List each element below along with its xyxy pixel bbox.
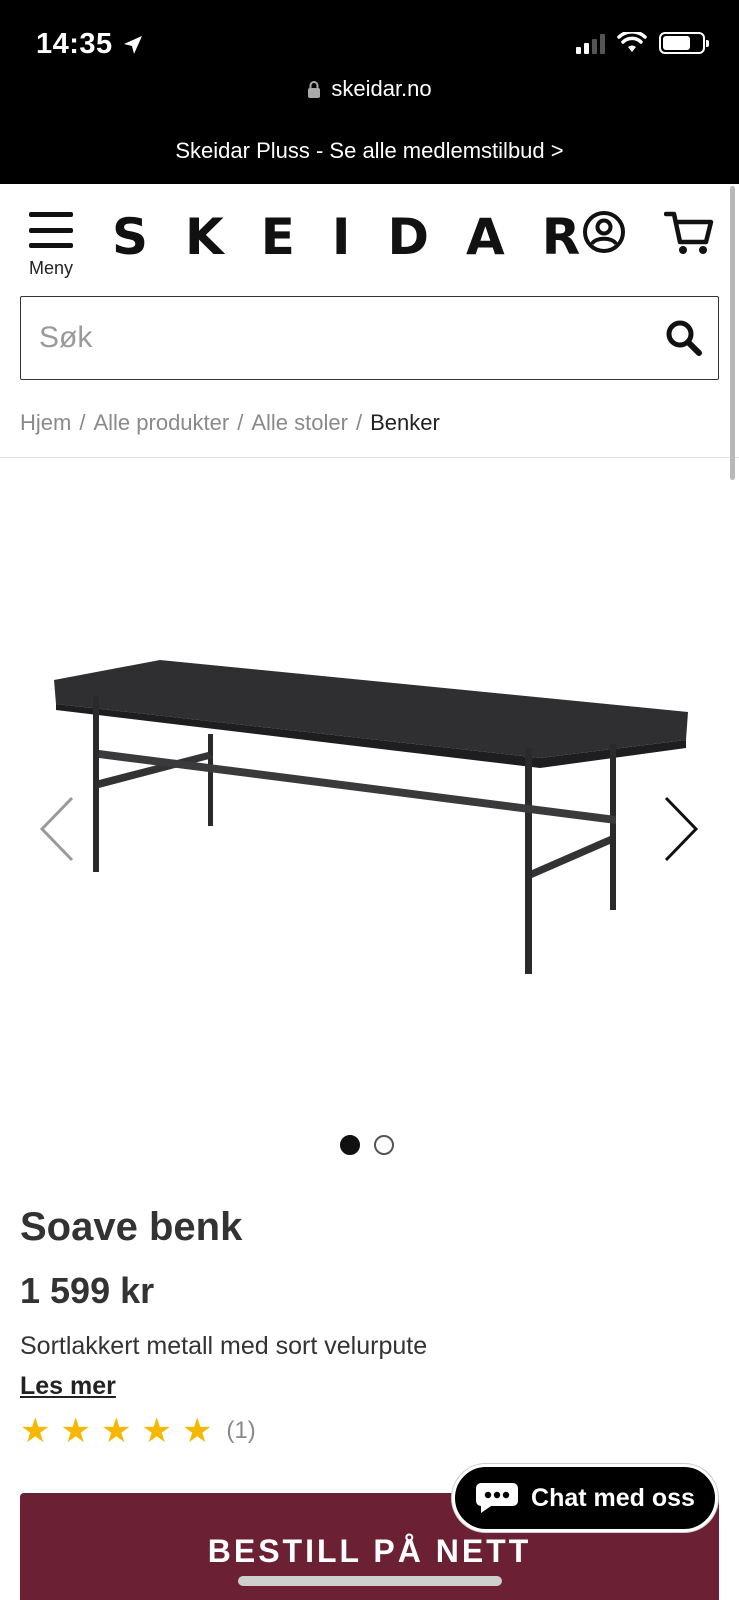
search-bar xyxy=(20,296,719,380)
product-image-bench[interactable] xyxy=(40,640,710,1010)
breadcrumb-item-all-products[interactable]: Alle produkter xyxy=(93,410,229,436)
image-pagination xyxy=(340,1135,394,1155)
battery-icon xyxy=(659,32,709,54)
account-button[interactable] xyxy=(582,210,626,254)
header-divider xyxy=(0,457,739,458)
breadcrumb-item-all-chairs[interactable]: Alle stoler xyxy=(251,410,348,436)
status-time: 14:35 xyxy=(36,28,145,61)
lock-icon xyxy=(308,81,321,98)
breadcrumb-current: Benker xyxy=(370,410,440,435)
previous-image-arrow-icon[interactable] xyxy=(38,794,78,864)
scrollbar[interactable] xyxy=(730,186,735,480)
menu-button[interactable]: Meny xyxy=(24,212,78,279)
cell-signal-icon xyxy=(576,32,605,54)
cart-icon xyxy=(663,211,714,254)
star-icon: ★ xyxy=(141,1412,172,1450)
image-dot-2[interactable] xyxy=(374,1135,394,1155)
breadcrumb: Hjem / Alle produkter / Alle stoler / Be… xyxy=(20,410,440,436)
breadcrumb-separator: / xyxy=(355,410,363,435)
home-indicator[interactable] xyxy=(238,1576,502,1586)
wifi-icon xyxy=(617,32,647,52)
breadcrumb-separator: / xyxy=(237,410,244,435)
product-rating[interactable]: ★ ★ ★ ★ ★ (1) xyxy=(20,1414,256,1448)
user-icon xyxy=(583,211,625,253)
chat-bubble-icon xyxy=(476,1483,519,1513)
star-icon: ★ xyxy=(181,1412,213,1450)
rating-count: (1) xyxy=(226,1417,256,1444)
cart-button[interactable] xyxy=(663,210,714,256)
product-title: Soave benk xyxy=(20,1205,243,1249)
product-price: 1 599 kr xyxy=(20,1270,155,1311)
read-more-link[interactable]: Les mer xyxy=(20,1372,116,1401)
next-image-arrow-icon[interactable] xyxy=(660,794,700,864)
browser-chrome: 14:35 skeidar.no Skeidar Pluss - Se alle… xyxy=(0,0,739,184)
site-logo[interactable]: SKEIDAR xyxy=(112,212,617,262)
star-icon: ★ xyxy=(20,1412,51,1450)
star-icon: ★ xyxy=(100,1412,132,1450)
menu-label: Meny xyxy=(28,258,73,278)
breadcrumb-separator: / xyxy=(79,410,86,435)
location-arrow-icon xyxy=(123,35,142,54)
image-dot-1[interactable] xyxy=(340,1135,360,1155)
search-input[interactable] xyxy=(21,297,664,379)
product-description: Sortlakkert metall med sort velurpute xyxy=(20,1332,428,1360)
status-indicators xyxy=(576,32,709,54)
address-bar[interactable]: skeidar.no xyxy=(0,76,739,102)
hamburger-icon xyxy=(29,212,73,248)
breadcrumb-item-home[interactable]: Hjem xyxy=(20,410,71,436)
star-icon: ★ xyxy=(60,1412,91,1450)
promo-banner-link[interactable]: Skeidar Pluss - Se alle medlemstilbud > xyxy=(0,138,739,164)
site-header: Meny SKEIDAR xyxy=(0,184,739,284)
chat-label: Chat med oss xyxy=(531,1483,695,1512)
url-text: skeidar.no xyxy=(331,76,432,101)
chat-button[interactable]: Chat med oss xyxy=(452,1464,718,1532)
search-icon[interactable] xyxy=(664,318,704,358)
